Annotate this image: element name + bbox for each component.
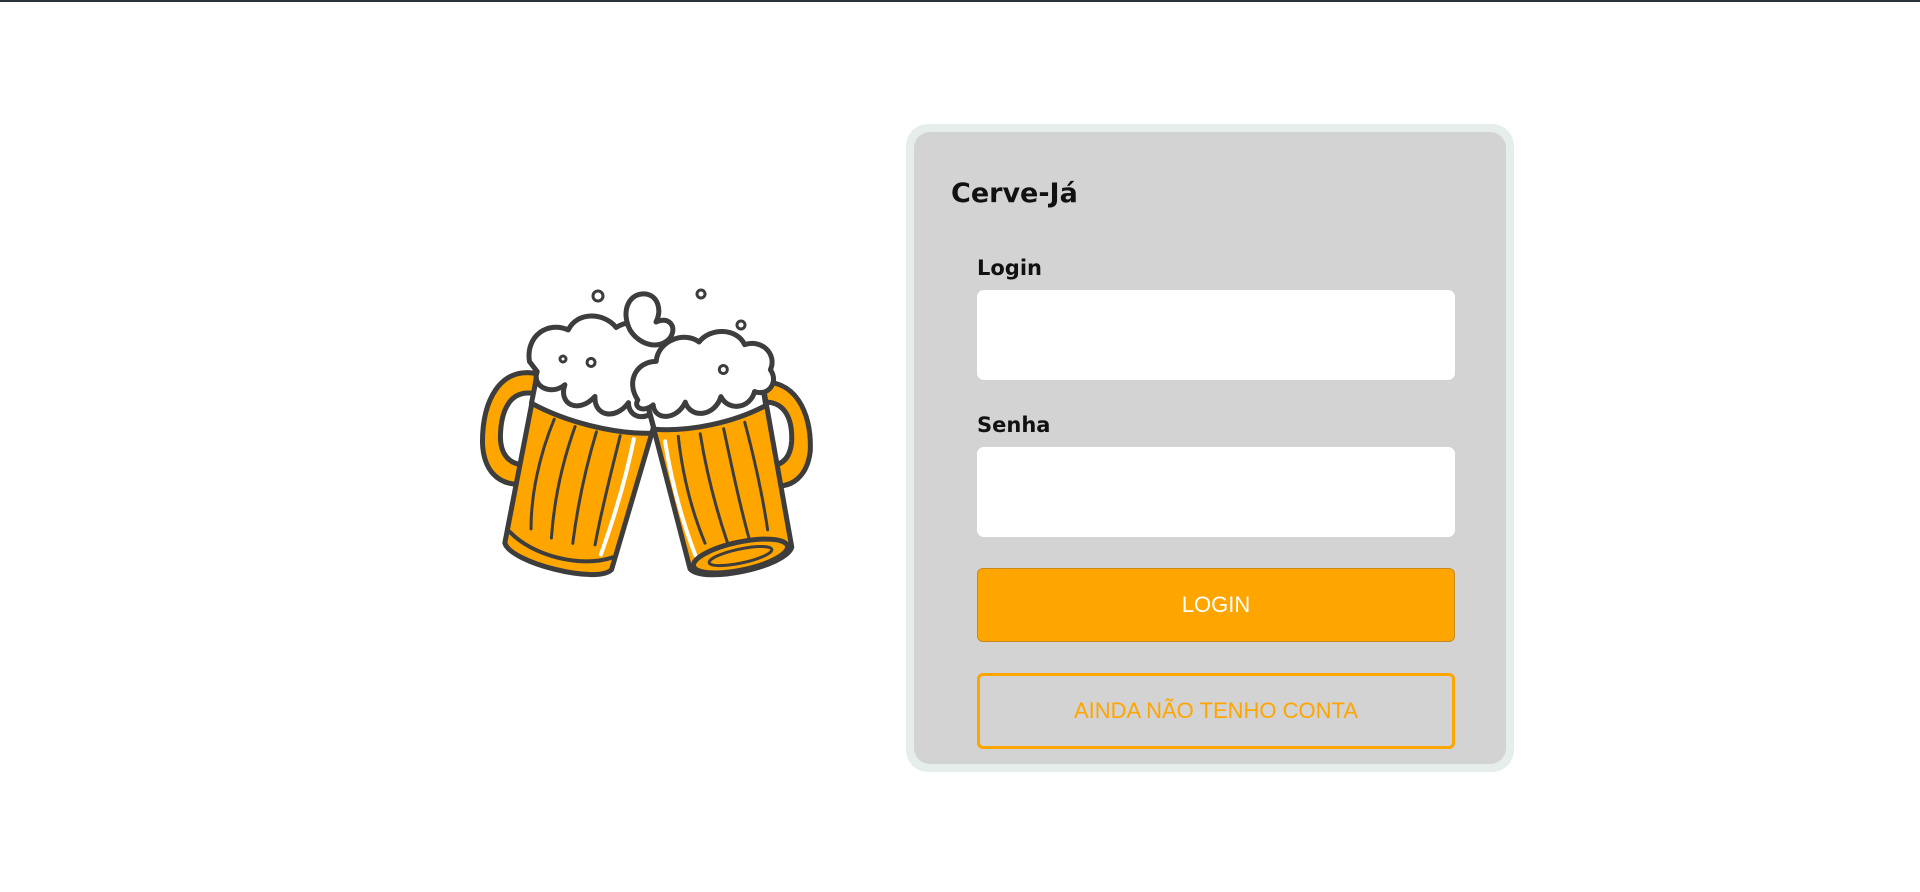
login-input[interactable] [977, 290, 1455, 380]
login-label: Login [977, 256, 1042, 280]
password-input[interactable] [977, 447, 1455, 537]
brand-title: Cerve-Já [951, 178, 1078, 209]
top-border [0, 0, 1920, 2]
beer-mugs-toast-icon [470, 280, 840, 600]
login-card-border: Cerve-Já Login Senha LOGIN AINDA NÃO TEN… [906, 124, 1514, 772]
signup-button[interactable]: AINDA NÃO TENHO CONTA [977, 673, 1455, 749]
login-card: Cerve-Já Login Senha LOGIN AINDA NÃO TEN… [914, 132, 1506, 764]
password-label: Senha [977, 413, 1051, 437]
login-button[interactable]: LOGIN [977, 568, 1455, 642]
